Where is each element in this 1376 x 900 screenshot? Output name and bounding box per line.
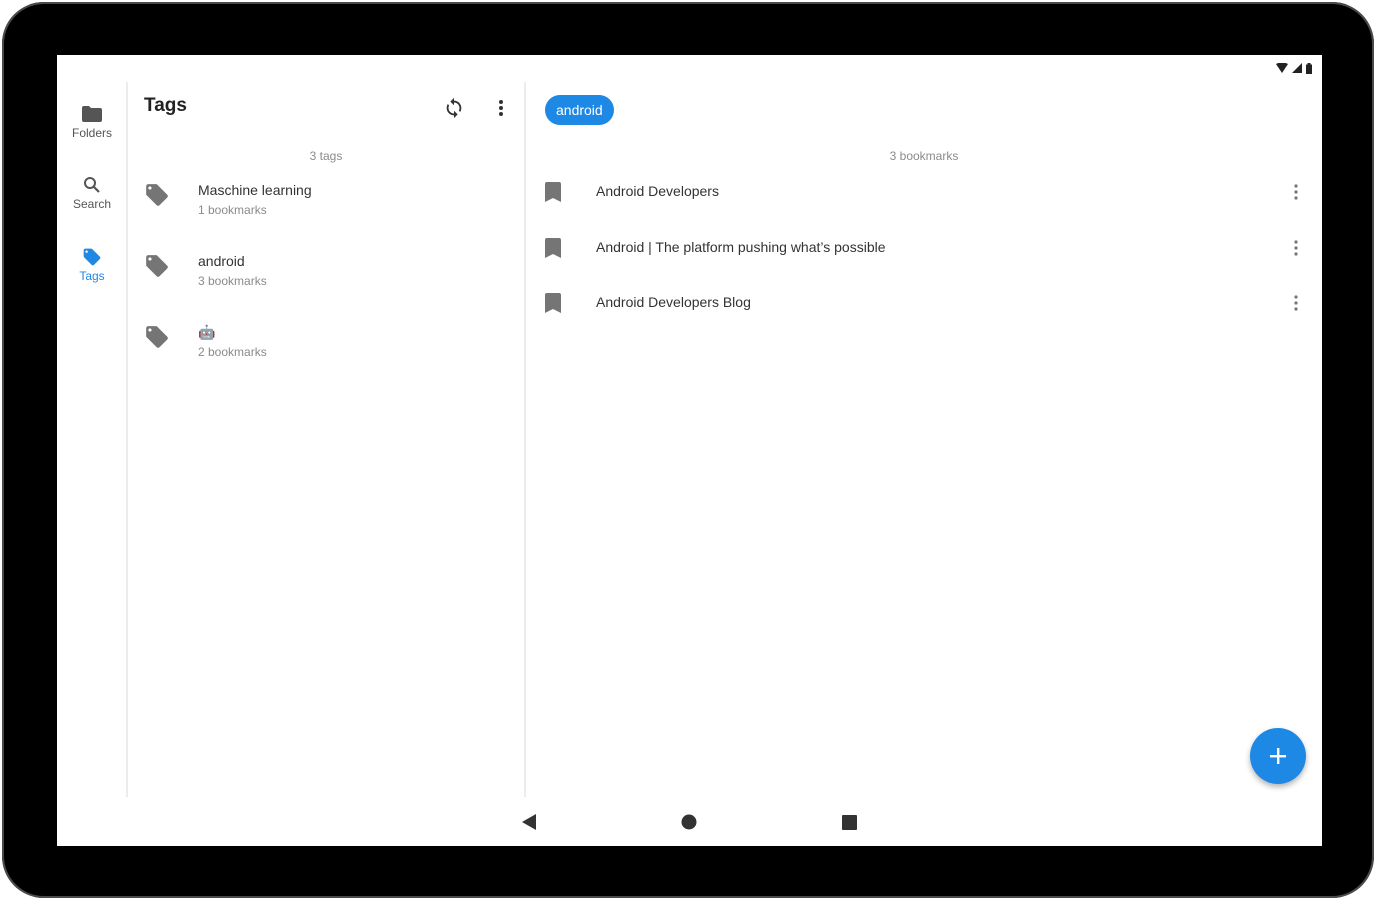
bookmark-icon (545, 182, 561, 207)
tags-pane: Tags 3 tags Maschine learning 1 bookmark… (128, 82, 524, 797)
overflow-menu-button[interactable] (487, 94, 515, 122)
more-vert-icon (1294, 240, 1298, 256)
more-vert-icon (499, 100, 503, 116)
tag-name: Maschine learning (198, 182, 312, 198)
home-circle-icon (681, 814, 697, 830)
wifi-icon (1276, 63, 1288, 73)
add-bookmark-fab[interactable] (1250, 728, 1306, 784)
page-title: Tags (144, 95, 187, 116)
bookmark-list-item[interactable]: Android | The platform pushing what’s po… (526, 236, 1322, 276)
rail-item-tags[interactable]: Tags (57, 247, 127, 283)
rail-item-label: Search (72, 197, 112, 211)
tag-name: 🤖 (198, 324, 216, 340)
folder-icon (82, 104, 102, 124)
search-icon (83, 175, 101, 195)
sync-icon (446, 97, 462, 119)
nav-recents-button[interactable] (837, 810, 861, 834)
navigation-rail: Folders Search Tags (57, 82, 127, 797)
bookmarks-pane: android 3 bookmarks Android Developers A… (526, 82, 1322, 797)
nav-back-button[interactable] (517, 810, 541, 834)
battery-icon (1306, 62, 1312, 74)
tag-icon (144, 253, 170, 284)
tag-list-item[interactable]: android 3 bookmarks (128, 251, 524, 315)
tag-name: android (198, 253, 245, 269)
rail-item-folders[interactable]: Folders (57, 104, 127, 140)
bookmark-overflow-button[interactable] (1282, 291, 1310, 315)
tag-bookmark-count: 3 bookmarks (198, 274, 267, 288)
bookmark-title: Android Developers (596, 183, 719, 199)
sync-button[interactable] (440, 94, 468, 122)
tag-list-item[interactable]: 🤖 2 bookmarks (128, 322, 524, 386)
tag-icon (82, 247, 102, 267)
bookmarks-count: 3 bookmarks (889, 149, 959, 163)
rail-item-label: Tags (79, 269, 105, 283)
rail-item-label: Folders (71, 126, 112, 140)
tag-bookmark-count: 2 bookmarks (198, 345, 267, 359)
bookmark-icon (545, 238, 561, 263)
selected-tag-chip[interactable]: android (545, 95, 614, 125)
rail-item-search[interactable]: Search (57, 175, 127, 211)
recents-square-icon (841, 814, 857, 830)
more-vert-icon (1294, 295, 1298, 311)
bookmark-list-item[interactable]: Android Developers Blog (526, 291, 1322, 331)
device-screen: Folders Search Tags Tags 3 tags Maschine… (57, 55, 1322, 846)
tag-icon (144, 182, 170, 213)
tags-count: 3 tags (309, 149, 343, 163)
bookmark-list-item[interactable]: Android Developers (526, 180, 1322, 220)
nav-home-button[interactable] (677, 810, 701, 834)
add-icon (1270, 748, 1286, 764)
bookmark-title: Android | The platform pushing what’s po… (596, 239, 886, 255)
bookmark-icon (545, 293, 561, 318)
bookmark-title: Android Developers Blog (596, 294, 751, 310)
signal-icon (1292, 63, 1302, 73)
tag-bookmark-count: 1 bookmarks (198, 203, 267, 217)
bookmark-overflow-button[interactable] (1282, 236, 1310, 260)
tag-icon (144, 324, 170, 355)
more-vert-icon (1294, 184, 1298, 200)
status-bar (1276, 61, 1312, 75)
bookmark-overflow-button[interactable] (1282, 180, 1310, 204)
back-triangle-icon (522, 814, 536, 830)
tag-list-item[interactable]: Maschine learning 1 bookmarks (128, 180, 524, 244)
